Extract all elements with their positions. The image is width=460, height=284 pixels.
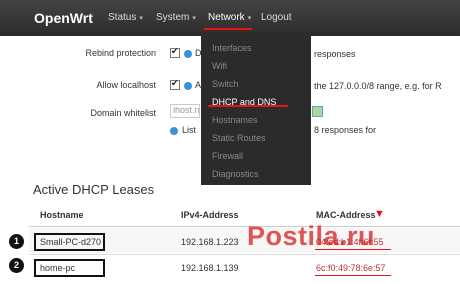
- chevron-down-icon: ▾: [192, 15, 196, 22]
- column-header-hostname: Hostname: [40, 210, 84, 220]
- row-marker-1: 1: [9, 234, 24, 249]
- ipv4-cell: 192.168.1.139: [181, 263, 239, 273]
- menu-item-diagnostics[interactable]: Diagnostics: [212, 169, 259, 179]
- whitelist-desc-prefix: List: [182, 125, 197, 135]
- menu-item-hostnames[interactable]: Hostnames: [212, 115, 258, 125]
- network-dropdown-menu: Interfaces Wifi Switch DHCP and DNS Host…: [201, 35, 311, 185]
- header-divider: [29, 226, 460, 227]
- nav-logout[interactable]: Logout: [261, 12, 292, 23]
- info-icon: [184, 50, 192, 58]
- nav-system[interactable]: System ▾: [156, 12, 196, 23]
- column-header-mac: MAC-Address: [316, 210, 376, 220]
- menu-item-interfaces[interactable]: Interfaces: [212, 43, 252, 53]
- whitelist-desc-suffix: 8 responses for: [314, 125, 377, 135]
- nav-network-underline: [204, 28, 252, 30]
- menu-item-wifi[interactable]: Wifi: [212, 61, 227, 71]
- allow-localhost-checkbox[interactable]: [170, 78, 180, 90]
- localhost-desc-suffix: the 127.0.0.0/8 range, e.g. for R: [314, 81, 442, 91]
- add-entry-icon[interactable]: [312, 106, 323, 117]
- chevron-down-icon: ▾: [247, 15, 252, 22]
- menu-item-switch[interactable]: Switch: [212, 79, 239, 89]
- nav-status[interactable]: Status ▾: [108, 12, 143, 23]
- nav-logout-label: Logout: [261, 12, 292, 23]
- column-header-ipv4: IPv4-Address: [181, 210, 239, 220]
- rebind-protection-label: Rebind protection: [85, 48, 156, 58]
- hostname-cell: home-pc: [40, 263, 76, 273]
- nav-status-label: Status: [108, 12, 137, 23]
- domain-whitelist-input[interactable]: ihost.n: [170, 104, 200, 118]
- dhcp-menu-underline: [208, 105, 288, 107]
- ipv4-cell: 192.168.1.223: [181, 237, 239, 247]
- nav-network[interactable]: Network ▾: [208, 12, 251, 23]
- mac-underline: [315, 275, 391, 276]
- row-marker-2: 2: [9, 258, 24, 273]
- menu-item-static-routes[interactable]: Static Routes: [212, 133, 266, 143]
- menu-item-firewall[interactable]: Firewall: [212, 151, 243, 161]
- allow-localhost-label: Allow localhost: [96, 80, 156, 90]
- arrow-down-icon: ▼: [374, 208, 385, 220]
- section-title: Active DHCP Leases: [33, 182, 155, 197]
- domain-whitelist-label: Domain whitelist: [90, 108, 156, 118]
- watermark: Postila.ru: [247, 221, 376, 251]
- rebind-desc-suffix: responses: [314, 49, 356, 59]
- rebind-protection-checkbox[interactable]: [170, 46, 180, 58]
- info-icon: [184, 82, 192, 90]
- hostname-cell: Small-PC-d270: [40, 237, 102, 247]
- nav-network-label: Network: [208, 12, 245, 23]
- info-icon: [170, 127, 178, 135]
- nav-system-label: System: [156, 12, 190, 23]
- mac-cell: 6c:f0:49:78:6e:57: [316, 263, 386, 273]
- chevron-down-icon: ▾: [139, 15, 143, 22]
- brand-logo[interactable]: OpenWrt: [34, 10, 93, 26]
